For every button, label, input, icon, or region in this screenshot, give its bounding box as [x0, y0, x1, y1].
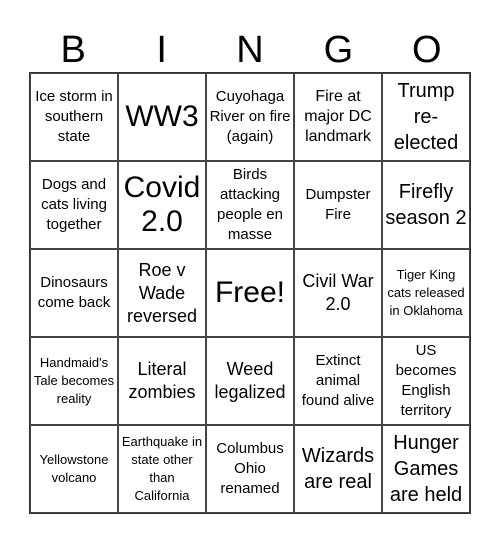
cell-text: Extinct animal found alive: [301, 352, 375, 409]
bingo-cell[interactable]: Firefly season 2: [382, 161, 470, 249]
cell-text: Ice storm in southern state: [35, 88, 113, 145]
header-letter-o: O: [412, 29, 442, 71]
cell-text: Free!: [214, 276, 286, 309]
cell-text: Roe v Wade reversed: [126, 259, 198, 326]
header-letter-i: I: [156, 29, 167, 71]
bingo-cell[interactable]: Fire at major DC landmark: [294, 73, 382, 161]
bingo-cell[interactable]: Dogs and cats living together: [30, 161, 118, 249]
cell-text: Wizards are real: [301, 445, 375, 493]
bingo-cell[interactable]: US becomes English territory: [382, 337, 470, 425]
cell-text: Firefly season 2: [385, 181, 467, 229]
bingo-cell[interactable]: WW3: [118, 73, 206, 161]
header-letter-b: B: [60, 29, 86, 71]
bingo-header: B I N G O: [29, 28, 471, 72]
cell-text: Birds attacking people en masse: [217, 166, 283, 243]
cell-text: Literal zombies: [128, 359, 196, 402]
bingo-cell[interactable]: Hunger Games are held: [382, 425, 470, 513]
bingo-cell[interactable]: Birds attacking people en masse: [206, 161, 294, 249]
bingo-cell[interactable]: Tiger King cats released in Oklahoma: [382, 249, 470, 337]
bingo-cell[interactable]: Dumpster Fire: [294, 161, 382, 249]
header-letter-g: G: [323, 29, 354, 71]
cell-text: Covid 2.0: [123, 171, 201, 238]
bingo-cell[interactable]: Yellowstone volcano: [30, 425, 118, 513]
cell-text: Weed legalized: [214, 359, 286, 402]
cell-text: Civil War 2.0: [302, 271, 374, 314]
cell-text: Yellowstone volcano: [39, 452, 109, 485]
bingo-cell[interactable]: Civil War 2.0: [294, 249, 382, 337]
bingo-grid: Ice storm in southern state WW3 Cuyohaga…: [29, 72, 471, 514]
bingo-cell[interactable]: Weed legalized: [206, 337, 294, 425]
cell-text: Fire at major DC landmark: [304, 88, 372, 145]
cell-text: Dogs and cats living together: [41, 176, 107, 233]
cell-text: Columbus Ohio renamed: [216, 440, 284, 497]
cell-text: Handmaid's Tale becomes reality: [33, 355, 115, 406]
bingo-cell[interactable]: Trump re-elected: [382, 73, 470, 161]
bingo-cell[interactable]: Ice storm in southern state: [30, 73, 118, 161]
bingo-cell[interactable]: Wizards are real: [294, 425, 382, 513]
bingo-cell[interactable]: Dinosaurs come back: [30, 249, 118, 337]
cell-text: Cuyohaga River on fire (again): [209, 88, 291, 145]
bingo-cell[interactable]: Literal zombies: [118, 337, 206, 425]
free-space-cell[interactable]: Free!: [206, 249, 294, 337]
cell-text: WW3: [125, 100, 199, 133]
cell-text: Trump re-elected: [393, 80, 459, 154]
cell-text: Dinosaurs come back: [37, 274, 111, 311]
bingo-cell[interactable]: Roe v Wade reversed: [118, 249, 206, 337]
bingo-cell[interactable]: Earthquake in state other than Californi…: [118, 425, 206, 513]
bingo-cell[interactable]: Cuyohaga River on fire (again): [206, 73, 294, 161]
cell-text: Dumpster Fire: [305, 186, 371, 223]
header-letter-n: N: [236, 29, 264, 71]
cell-text: Tiger King cats released in Oklahoma: [387, 267, 465, 318]
cell-text: US becomes English territory: [395, 342, 457, 419]
bingo-cell[interactable]: Columbus Ohio renamed: [206, 425, 294, 513]
cell-text: Hunger Games are held: [389, 432, 463, 506]
bingo-cell[interactable]: Handmaid's Tale becomes reality: [30, 337, 118, 425]
bingo-cell[interactable]: Extinct animal found alive: [294, 337, 382, 425]
cell-text: Earthquake in state other than Californi…: [121, 434, 203, 503]
bingo-cell[interactable]: Covid 2.0: [118, 161, 206, 249]
